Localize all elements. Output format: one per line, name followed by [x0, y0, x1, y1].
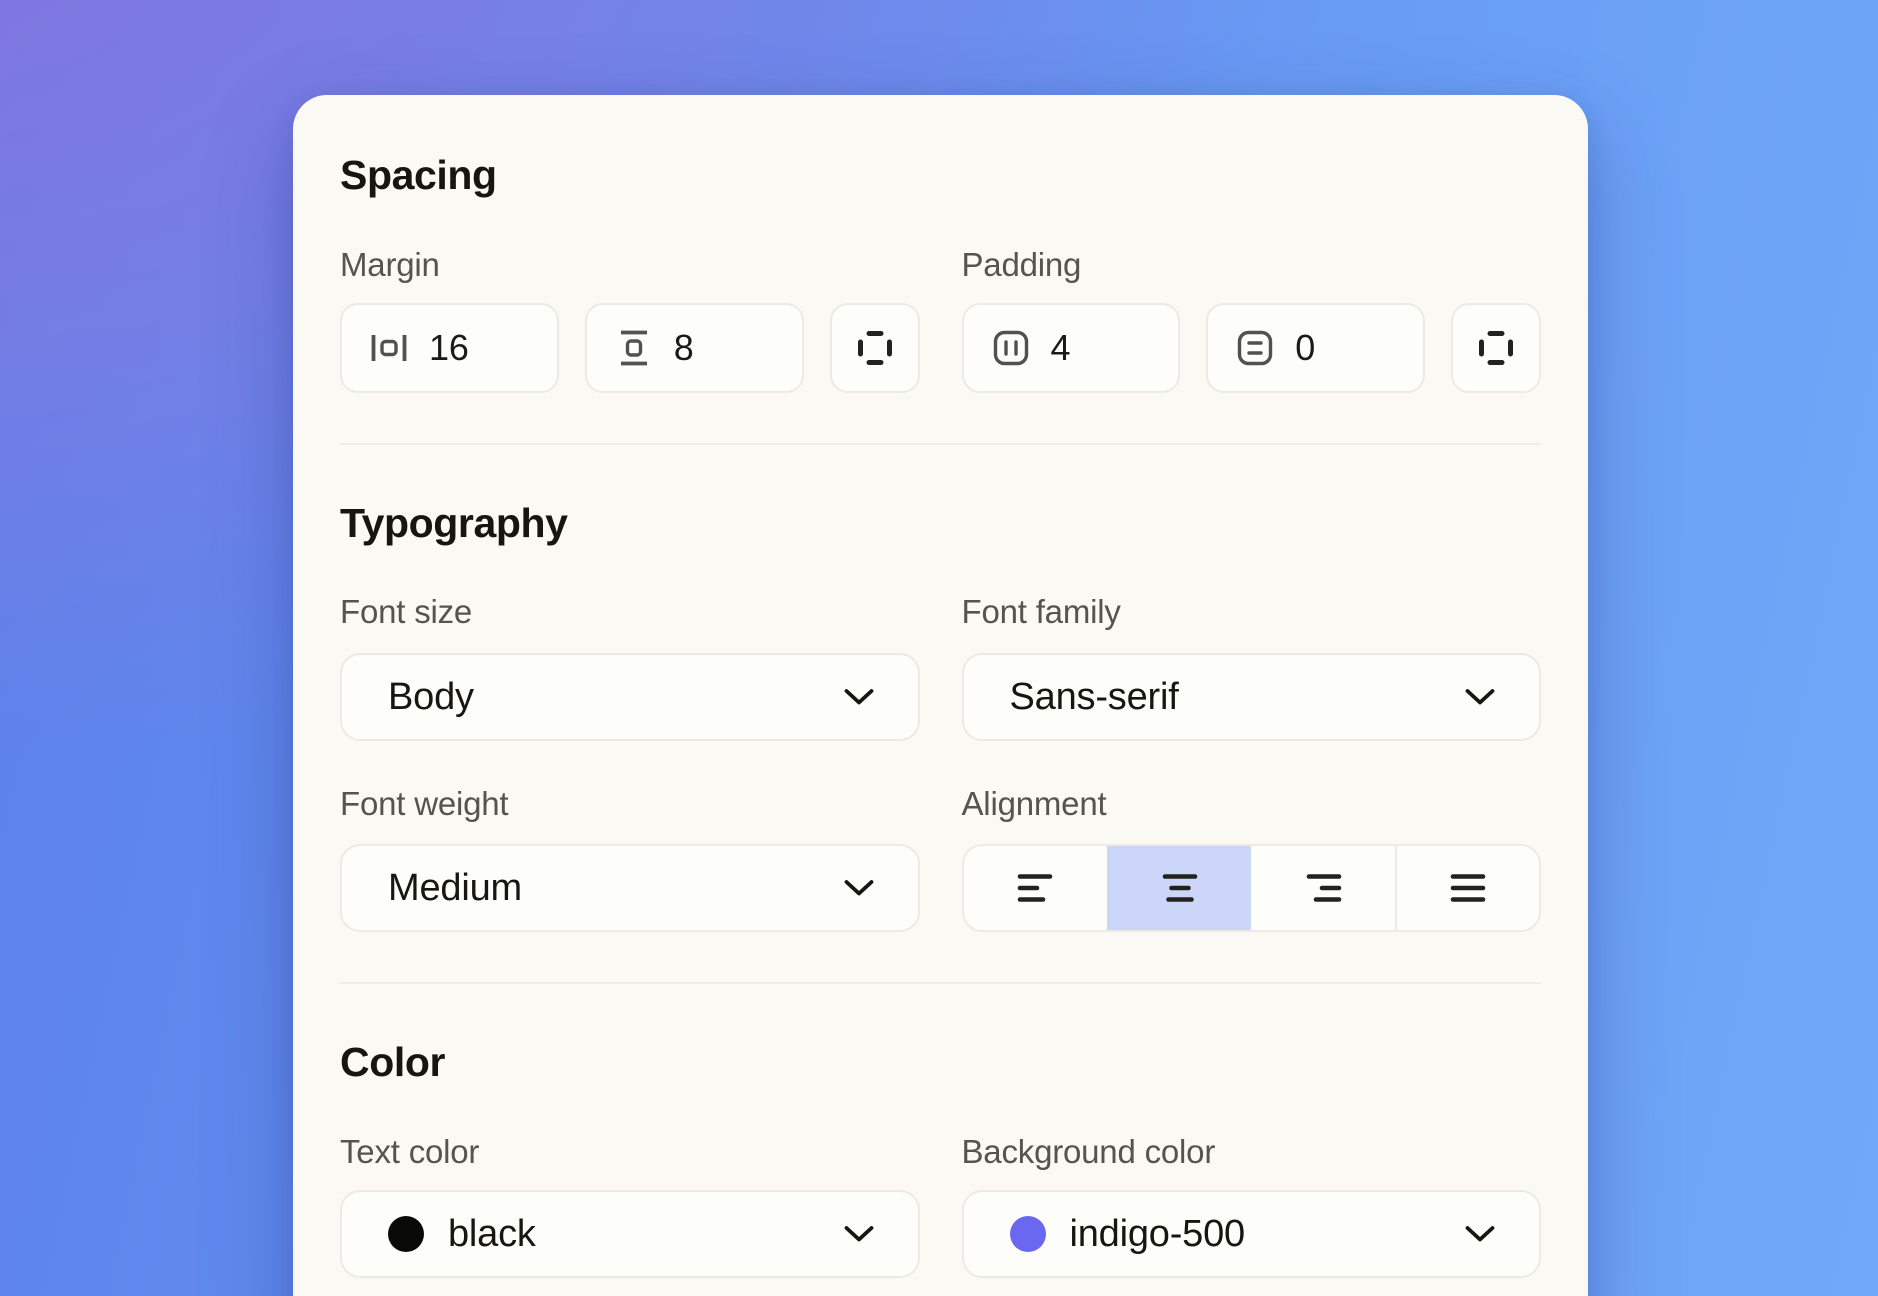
chevron-down-icon — [1465, 688, 1495, 706]
align-left-icon — [1016, 872, 1054, 904]
font-row-2: Font weight Medium Alignment — [340, 787, 1541, 932]
align-left-button[interactable] — [964, 846, 1108, 930]
font-size-value: Body — [388, 676, 474, 719]
margin-individual-sides-button[interactable] — [830, 303, 920, 393]
color-row: Text color black Background color — [340, 1135, 1541, 1278]
font-size-field-group: Font size Body — [340, 595, 920, 741]
spacing-section-title: Spacing — [340, 155, 1541, 195]
desktop-background: Spacing Margin — [0, 0, 1878, 1296]
border-sides-icon — [855, 328, 895, 368]
font-size-label: Font size — [340, 595, 920, 628]
margin-horizontal-icon — [369, 328, 409, 368]
chevron-down-icon — [844, 688, 874, 706]
align-justify-icon — [1449, 872, 1487, 904]
text-color-label: Text color — [340, 1135, 920, 1168]
text-color-field-group: Text color black — [340, 1135, 920, 1278]
alignment-label: Alignment — [962, 787, 1542, 820]
section-divider — [340, 982, 1541, 984]
typography-section-title: Typography — [340, 503, 1541, 543]
padding-individual-sides-button[interactable] — [1451, 303, 1541, 393]
background-color-field-group: Background color indigo-500 — [962, 1135, 1542, 1278]
font-row-1: Font size Body Font family Sans-serif — [340, 595, 1541, 741]
padding-label: Padding — [962, 248, 1542, 281]
margin-vertical-icon — [614, 328, 654, 368]
font-weight-label: Font weight — [340, 787, 920, 820]
margin-vertical-input[interactable] — [674, 327, 754, 369]
margin-vertical-field[interactable] — [585, 303, 804, 393]
padding-vertical-icon — [1235, 328, 1275, 368]
text-color-select[interactable]: black — [340, 1190, 920, 1278]
background-color-value: indigo-500 — [1070, 1213, 1245, 1256]
chevron-down-icon — [844, 1225, 874, 1243]
border-sides-icon — [1476, 328, 1516, 368]
color-swatch-black — [388, 1216, 424, 1252]
margin-label: Margin — [340, 248, 920, 281]
style-inspector-panel: Spacing Margin — [293, 95, 1588, 1296]
font-family-select[interactable]: Sans-serif — [962, 653, 1542, 741]
background-color-label: Background color — [962, 1135, 1542, 1168]
text-color-value: black — [448, 1213, 536, 1256]
padding-horizontal-icon — [991, 328, 1031, 368]
align-right-button[interactable] — [1251, 846, 1395, 930]
padding-horizontal-input[interactable] — [1051, 327, 1131, 369]
align-right-icon — [1305, 872, 1343, 904]
font-weight-value: Medium — [388, 867, 522, 910]
align-justify-button[interactable] — [1395, 846, 1539, 930]
padding-horizontal-field[interactable] — [962, 303, 1181, 393]
align-center-button[interactable] — [1107, 846, 1251, 930]
padding-vertical-field[interactable] — [1206, 303, 1425, 393]
align-center-icon — [1161, 872, 1199, 904]
chevron-down-icon — [1465, 1225, 1495, 1243]
alignment-field-group: Alignment — [962, 787, 1542, 932]
font-weight-field-group: Font weight Medium — [340, 787, 920, 932]
font-family-label: Font family — [962, 595, 1542, 628]
font-family-value: Sans-serif — [1010, 676, 1179, 719]
margin-horizontal-input[interactable] — [429, 327, 509, 369]
alignment-button-group — [962, 844, 1542, 932]
font-size-select[interactable]: Body — [340, 653, 920, 741]
padding-vertical-input[interactable] — [1295, 327, 1375, 369]
font-weight-select[interactable]: Medium — [340, 844, 920, 932]
color-section-title: Color — [340, 1042, 1541, 1082]
padding-field-group: Padding — [962, 248, 1542, 393]
font-family-field-group: Font family Sans-serif — [962, 595, 1542, 741]
spacing-row: Margin — [340, 248, 1541, 393]
margin-horizontal-field[interactable] — [340, 303, 559, 393]
margin-field-group: Margin — [340, 248, 920, 393]
section-divider — [340, 443, 1541, 445]
background-color-select[interactable]: indigo-500 — [962, 1190, 1542, 1278]
color-swatch-indigo — [1010, 1216, 1046, 1252]
chevron-down-icon — [844, 879, 874, 897]
